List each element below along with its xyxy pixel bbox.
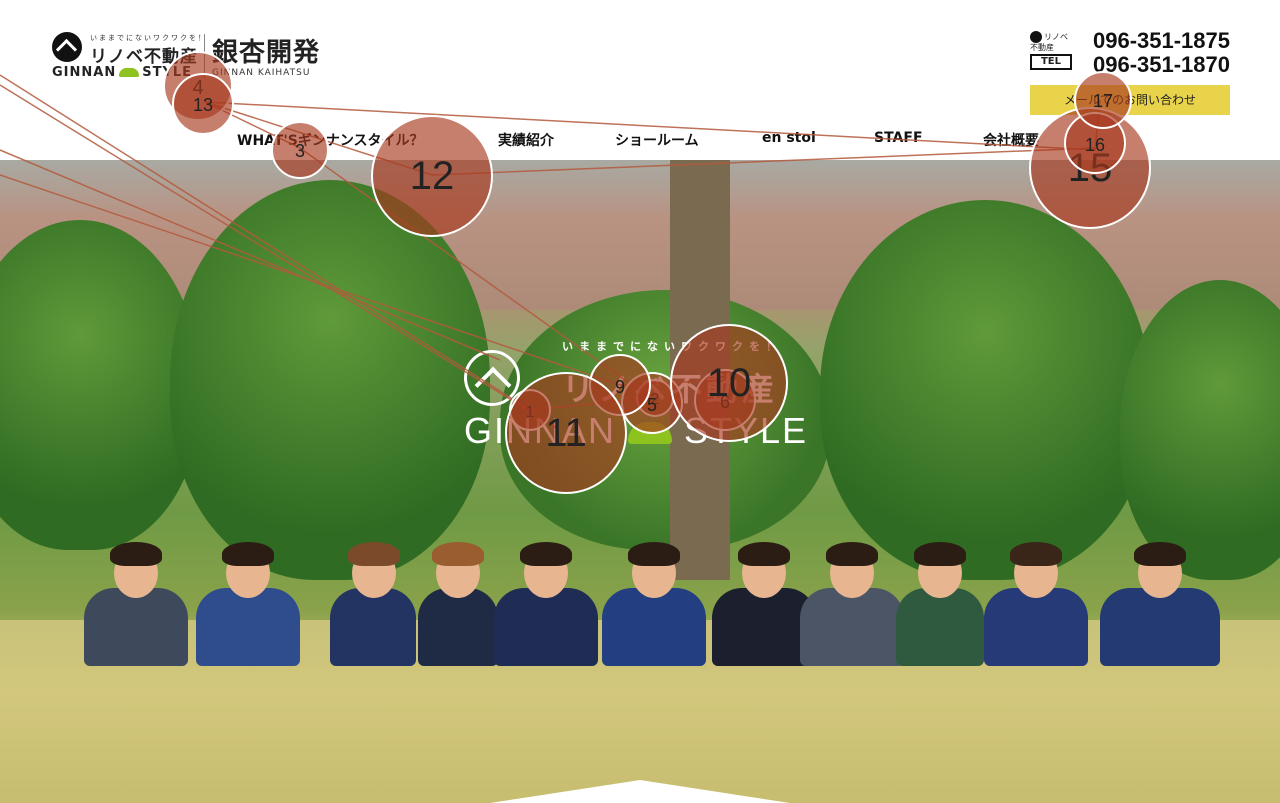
hero-title-en-right: STYLE [684,410,809,451]
hero-bottom-notch [490,780,790,803]
staff-member [330,542,416,666]
nav-item-en-stol[interactable]: en stol [762,130,816,146]
staff-member [84,542,188,666]
contact-block: リノベ不動産 096-351-1875 TEL 096-351-1870 メール… [1030,28,1230,115]
nav-item-whats-ginnan[interactable]: WHAT'Sギンナンスタイル？ [237,130,424,150]
tel-label: TEL [1030,54,1072,70]
nav-item-staff[interactable]: STAFF [874,130,923,146]
logo-name-jp: リノベ不動産 [90,47,198,67]
leaf-icon [628,422,673,445]
logo-divider [204,34,205,78]
logo-mountain-icon [1030,31,1042,43]
staff-member [602,542,706,666]
site-header: いままでにないワクワクを！ リノベ不動産 GINNAN STYLE 銀杏開発 GI… [0,0,1280,160]
logo-name-en-right: STYLE [142,65,193,80]
phone-main-row: TEL 096-351-1870 [1030,52,1230,78]
hero-title-en: GINNAN STYLE [464,410,808,452]
hero-mountain-icon [464,350,520,406]
hero-logo: いままでにないワクワクを！ リノベ不動産 GINNAN STYLE [464,338,814,458]
corp-name-en: GINNAN KAIHATSU [212,68,311,78]
staff-member [418,542,498,666]
staff-member [494,542,598,666]
tree [170,180,490,580]
staff-member [896,542,984,666]
phone-renovation-label: リノベ不動産 [1030,31,1068,52]
tree [820,200,1150,580]
staff-member [984,542,1088,666]
hero-title-en-left: GINNAN [464,410,617,451]
phone-main-number[interactable]: 096-351-1870 [1093,52,1230,78]
phone-renovation-row: リノベ不動産 096-351-1875 [1030,28,1230,54]
logo-name-en-left: GINNAN [52,65,117,80]
hero-title-jp: リノベ不動産 [562,370,779,408]
staff-member [196,542,300,666]
nav-item-works[interactable]: 実績紹介 [498,130,554,150]
nav-item-showroom[interactable]: ショールーム [615,130,699,150]
site-logo[interactable]: いままでにないワクワクを！ リノベ不動産 GINNAN STYLE 銀杏開発 GI… [52,32,342,84]
corp-name-jp: 銀杏開発 [212,38,321,68]
nav-item-company[interactable]: 会社概要 [983,130,1039,150]
staff-member [800,542,904,666]
staff-member [1100,542,1220,666]
mail-contact-button[interactable]: メールでのお問い合わせ [1030,85,1230,115]
hero-tagline: いままでにないワクワクを！ [562,340,783,353]
leaf-icon [119,68,140,77]
phone-renovation-number[interactable]: 096-351-1875 [1093,28,1230,54]
hero-photo: いままでにないワクワクを！ リノベ不動産 GINNAN STYLE [0,160,1280,803]
staff-group [84,528,1220,668]
logo-mountain-icon [52,32,82,62]
logo-name-en: GINNAN STYLE [52,65,192,80]
